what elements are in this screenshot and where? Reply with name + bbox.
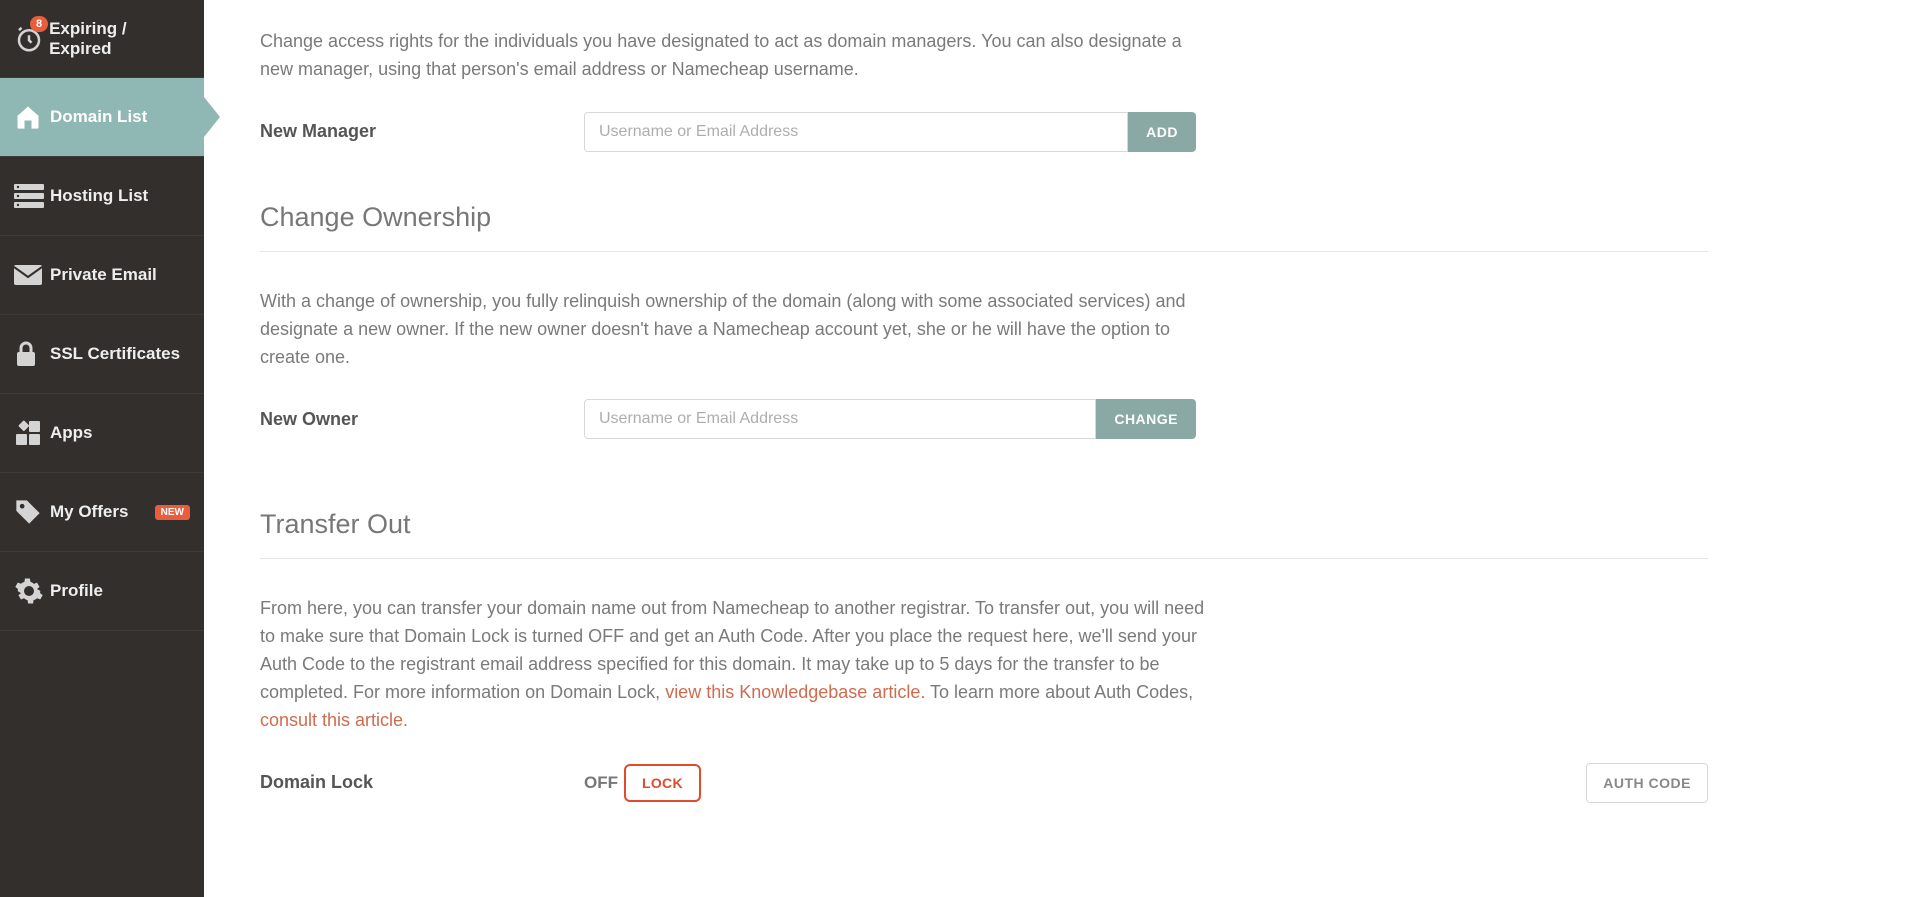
sidebar-item-private-email[interactable]: Private Email [0,236,204,315]
transfer-out-heading: Transfer Out [260,509,1708,540]
knowledgebase-link[interactable]: view this Knowledgebase article. [665,682,925,702]
sidebar-item-label: Expiring / Expired [49,19,190,59]
domain-lock-label: Domain Lock [260,772,584,793]
change-ownership-heading: Change Ownership [260,202,1708,233]
sidebar-item-label: SSL Certificates [50,344,180,364]
main-content: Change access rights for the individuals… [204,0,1764,897]
sidebar-item-apps[interactable]: Apps [0,394,204,473]
domain-lock-row: Domain Lock OFF LOCK AUTH CODE [260,763,1708,803]
new-owner-row: New Owner CHANGE [260,399,1708,439]
sidebar-item-ssl[interactable]: SSL Certificates [0,315,204,394]
divider [260,251,1708,252]
sidebar-item-label: Private Email [50,265,157,285]
apps-icon [14,419,50,447]
new-owner-label: New Owner [260,409,584,430]
divider [260,558,1708,559]
new-owner-input[interactable] [584,399,1096,439]
new-tag: NEW [155,505,190,520]
add-manager-button[interactable]: ADD [1128,112,1196,152]
sidebar-item-label: Domain List [50,107,147,127]
sidebar-item-expiring[interactable]: 8 Expiring / Expired [0,0,204,78]
manager-intro-text: Change access rights for the individuals… [260,28,1200,84]
server-icon [14,184,50,208]
lock-button[interactable]: LOCK [624,764,701,802]
gear-icon [14,576,50,606]
sidebar: 8 Expiring / Expired Domain List Hosting… [0,0,204,897]
clock-icon: 8 [14,24,49,54]
sidebar-item-domain-list[interactable]: Domain List [0,78,204,157]
auth-code-button[interactable]: AUTH CODE [1586,763,1708,803]
auth-codes-link[interactable]: consult this article. [260,710,408,730]
ownership-intro-text: With a change of ownership, you fully re… [260,288,1220,372]
transfer-intro-text: From here, you can transfer your domain … [260,595,1220,734]
sidebar-item-label: Profile [50,581,103,601]
mail-icon [14,265,50,285]
sidebar-item-label: Apps [50,423,93,443]
sidebar-item-my-offers[interactable]: My Offers NEW [0,473,204,552]
domain-lock-status: OFF [584,773,618,793]
expiring-badge: 8 [30,16,48,32]
change-owner-button[interactable]: CHANGE [1096,399,1196,439]
sidebar-item-profile[interactable]: Profile [0,552,204,631]
new-manager-row: New Manager ADD [260,112,1708,152]
sidebar-item-hosting-list[interactable]: Hosting List [0,157,204,236]
sidebar-item-label: Hosting List [50,186,148,206]
new-manager-input[interactable] [584,112,1128,152]
sidebar-item-label: My Offers [50,502,128,522]
new-manager-label: New Manager [260,121,584,142]
home-icon [14,103,50,131]
transfer-intro-part-b: To learn more about Auth Codes, [930,682,1193,702]
tag-icon [14,498,50,526]
lock-icon [14,340,50,368]
